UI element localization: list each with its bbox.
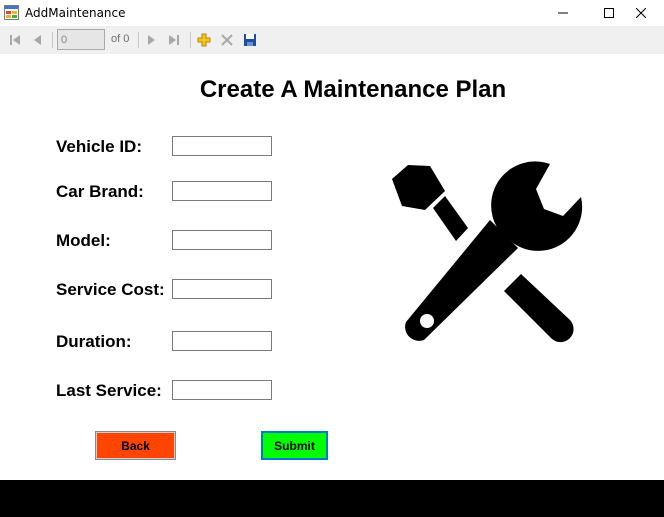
vehicle-id-label: Vehicle ID: — [56, 137, 142, 156]
vehicle-id-field[interactable] — [172, 136, 272, 156]
model-field[interactable] — [172, 230, 272, 250]
toolbar-separator — [190, 32, 191, 48]
record-count-label: of 0 — [111, 33, 130, 45]
duration-field[interactable] — [172, 331, 272, 351]
move-first-icon[interactable] — [8, 33, 22, 47]
maximize-icon — [604, 8, 614, 18]
minimize-button[interactable] — [540, 0, 586, 26]
service-cost-field[interactable] — [172, 279, 272, 299]
binding-navigator-toolbar: of 0 — [0, 26, 664, 54]
delete-icon[interactable] — [220, 33, 234, 47]
service-cost-label: Service Cost: — [56, 280, 165, 299]
window-title: AddMaintenance — [25, 6, 126, 20]
duration-label: Duration: — [56, 332, 132, 351]
title-bar: AddMaintenance — [0, 0, 664, 26]
wrench-screwdriver-icon — [392, 161, 583, 343]
back-button[interactable]: Back — [95, 431, 176, 460]
toolbar-separator — [138, 32, 139, 48]
save-icon[interactable] — [243, 33, 257, 47]
move-next-icon[interactable] — [144, 33, 158, 47]
close-button[interactable] — [618, 0, 664, 26]
last-service-field[interactable] — [172, 380, 272, 400]
last-service-label: Last Service: — [56, 381, 162, 400]
car-brand-label: Car Brand: — [56, 182, 144, 201]
minimize-icon — [558, 12, 568, 14]
move-previous-icon[interactable] — [31, 33, 45, 47]
page-title: Create A Maintenance Plan — [199, 76, 507, 103]
bottom-bar — [0, 480, 664, 517]
submit-button[interactable]: Submit — [261, 431, 328, 460]
position-input[interactable] — [57, 29, 105, 50]
model-label: Model: — [56, 231, 111, 250]
close-icon — [636, 8, 646, 18]
app-icon — [4, 5, 19, 20]
move-last-icon[interactable] — [167, 33, 181, 47]
toolbar-separator — [52, 32, 53, 48]
add-new-icon[interactable] — [197, 33, 211, 47]
car-brand-field[interactable] — [172, 181, 272, 201]
